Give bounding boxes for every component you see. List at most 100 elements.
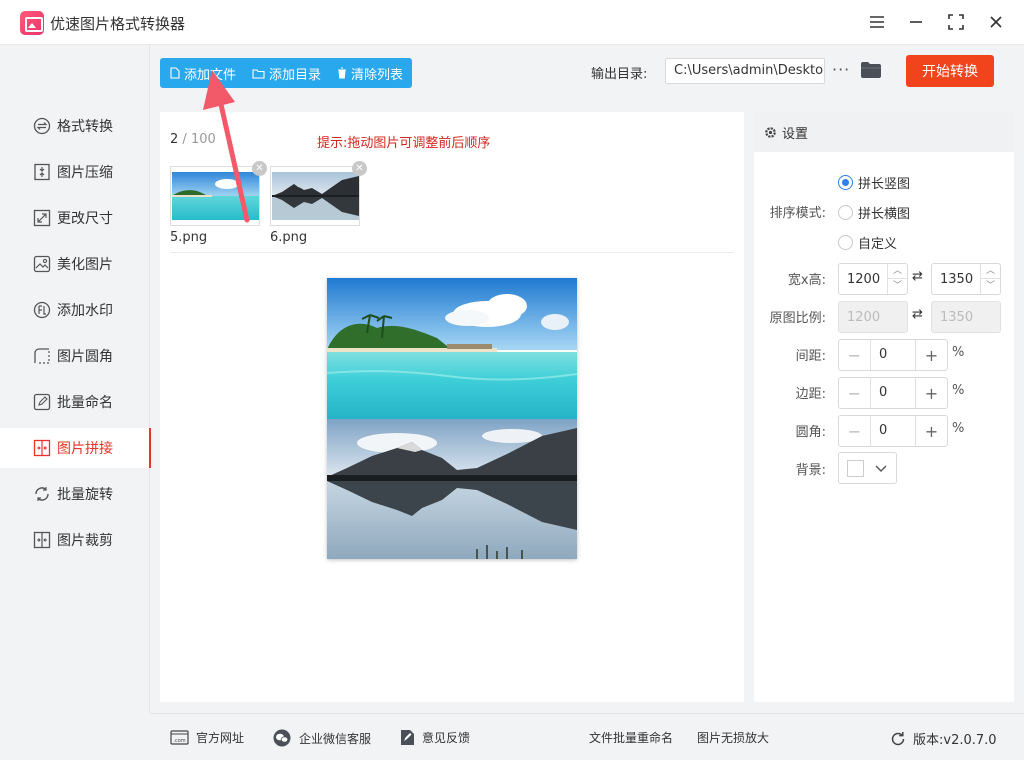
height-input[interactable]: 1350 ︿ ﹀ [931,263,1001,295]
minus-icon[interactable]: − [839,340,871,370]
feedback-icon [400,729,415,746]
increment-icon[interactable]: ︿ [888,264,907,279]
compress-icon [33,163,51,181]
spliced-preview-image [327,278,577,559]
sidebar-item-crop[interactable]: 图片裁剪 [0,520,150,560]
rename-icon [33,393,51,411]
swap-icon[interactable]: ⇄ [912,269,923,284]
maximize-icon[interactable] [943,10,969,34]
format-convert-icon [33,117,51,135]
percent-unit: % [952,421,965,436]
percent-unit: % [952,345,965,360]
sidebar-item-label: 美化图片 [57,257,113,273]
increment-icon[interactable]: ︿ [981,264,1000,279]
plus-icon[interactable]: + [915,340,947,370]
minus-icon[interactable]: − [839,378,871,408]
thumbnail-filename: 5.png [170,230,208,245]
radio-icon [838,175,853,190]
swap-icon: ⇄ [912,307,923,322]
decrement-icon[interactable]: ﹀ [888,279,907,294]
sidebar-item-rename[interactable]: 批量命名 [0,382,150,422]
thumbnail-filename: 6.png [270,230,308,245]
plus-icon[interactable]: + [915,416,947,446]
svg-text:.com: .com [173,738,185,744]
close-icon[interactable] [983,10,1009,34]
sidebar: 格式转换 图片压缩 更改尺寸 美化图片 添加水印 图片圆角 批量命名 图片拼接 … [0,45,151,713]
wechat-service-link[interactable]: 企业微信客服 [272,729,371,747]
sidebar-item-label: 添加水印 [57,303,113,319]
sidebar-item-format-convert[interactable]: 格式转换 [0,106,150,146]
footer-bar: .com 官方网址 企业微信客服 意见反馈 文件批量重命名 图片无损放大 版本:… [150,713,1024,760]
radio-icon [838,205,853,220]
percent-unit: % [952,383,965,398]
folder-outline-icon [252,68,265,79]
sort-option-vertical[interactable]: 拼长竖图 [838,173,910,192]
app-title: 优速图片格式转换器 [50,15,186,33]
app-logo-icon [20,11,44,35]
sidebar-item-label: 批量命名 [57,395,113,411]
add-file-button[interactable]: 添加文件 [160,58,242,88]
remove-thumbnail-icon[interactable]: ✕ [252,161,267,176]
settings-header: 设置 [754,112,1014,152]
margin-label: 边距: [795,387,826,402]
add-folder-button[interactable]: 添加目录 [242,58,327,88]
plus-icon[interactable]: + [915,378,947,408]
spacing-stepper[interactable]: − 0 + [838,339,948,371]
sidebar-item-label: 更改尺寸 [57,211,113,227]
sidebar-item-beautify[interactable]: 美化图片 [0,244,150,284]
sidebar-item-round-corner[interactable]: 图片圆角 [0,336,150,376]
open-folder-icon[interactable] [860,61,882,83]
sidebar-item-label: 格式转换 [57,119,113,135]
clear-list-button[interactable]: 清除列表 [327,58,412,88]
width-input[interactable]: 1200 ︿ ﹀ [838,263,908,295]
feedback-link[interactable]: 意见反馈 [400,729,470,746]
sidebar-item-resize[interactable]: 更改尺寸 [0,198,150,238]
sidebar-item-label: 图片裁剪 [57,533,113,549]
output-dir-input[interactable]: C:\Users\admin\Deskto [665,58,825,84]
batch-rename-link[interactable]: 文件批量重命名 [589,729,673,746]
radius-stepper[interactable]: − 0 + [838,415,948,447]
sidebar-item-label: 批量旋转 [57,487,113,503]
sidebar-item-compress[interactable]: 图片压缩 [0,152,150,192]
output-dir-label: 输出目录: [591,67,648,82]
background-color-picker[interactable] [838,452,897,484]
ratio-height-input: 1350 [931,301,1001,333]
sort-option-horizontal[interactable]: 拼长横图 [838,203,910,222]
settings-panel: 设置 排序模式: 拼长竖图 拼长横图 自定义 宽x高: 1200 ︿ ﹀ ⇄ 13… [754,112,1014,702]
trash-icon [337,67,347,79]
minus-icon[interactable]: − [839,416,871,446]
chevron-down-icon [875,462,887,477]
minimize-icon[interactable] [903,10,929,34]
splice-icon [33,439,51,457]
crop-icon [33,531,51,549]
thumbnail-card[interactable]: ✕ [170,161,267,226]
watermark-icon [33,301,51,319]
sort-option-custom[interactable]: 自定义 [838,233,897,252]
decrement-icon[interactable]: ﹀ [981,279,1000,294]
sidebar-item-rotate[interactable]: 批量旋转 [0,474,150,514]
version-info[interactable]: 版本:v2.0.7.0 [890,729,997,748]
spacing-label: 间距: [795,349,826,364]
rotate-icon [33,485,51,503]
thumbnail-card[interactable]: ✕ [270,161,367,226]
sidebar-item-splice[interactable]: 图片拼接 [0,428,151,468]
website-icon: .com [170,730,189,745]
website-link[interactable]: .com 官方网址 [170,729,244,746]
menu-icon[interactable] [864,10,890,34]
start-convert-button[interactable]: 开始转换 [906,55,994,87]
drag-hint: 提示:拖动图片可调整前后顺序 [317,136,491,151]
remove-thumbnail-icon[interactable]: ✕ [352,161,367,176]
lossless-zoom-link[interactable]: 图片无损放大 [697,729,769,746]
sidebar-item-label: 图片拼接 [57,441,113,457]
original-ratio-label: 原图比例: [769,311,826,326]
file-count: 2 / 100 [170,132,216,147]
color-swatch [847,460,864,477]
file-toolbar: 添加文件 添加目录 清除列表 [160,58,413,88]
more-options-button[interactable]: ··· [832,60,850,79]
radio-icon [838,235,853,250]
gear-icon [764,126,777,139]
beach-thumbnail-image [172,172,259,220]
margin-stepper[interactable]: − 0 + [838,377,948,409]
sidebar-item-watermark[interactable]: 添加水印 [0,290,150,330]
file-icon [170,67,180,79]
